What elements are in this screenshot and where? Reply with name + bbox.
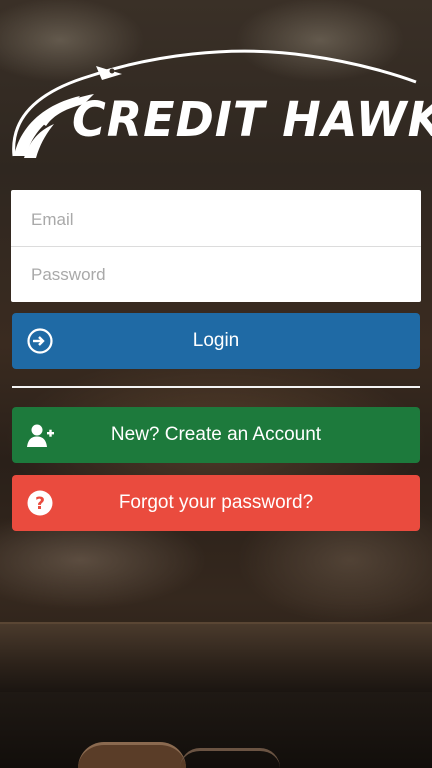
background-counter [0,622,432,692]
email-field[interactable] [11,192,421,247]
background-stool-rail [180,748,280,768]
login-button[interactable]: Login [12,313,420,369]
password-field[interactable] [11,247,421,302]
background-counter-base [0,692,432,768]
section-divider [12,386,420,388]
brand-name: CREDIT HAWK [72,90,432,148]
app-logo: CREDIT HAWK [10,36,432,166]
svg-text:?: ? [35,494,45,514]
sign-in-icon [26,327,54,355]
question-circle-icon: ? [26,489,54,517]
create-account-button[interactable]: New? Create an Account [12,407,420,463]
login-label: Login [192,330,240,351]
create-account-label: New? Create an Account [110,424,322,445]
add-user-icon [26,421,54,449]
forgot-password-button[interactable]: ? Forgot your password? [12,475,420,531]
forgot-password-label: Forgot your password? [118,492,314,513]
background-stool [78,742,186,768]
login-form [11,190,421,302]
